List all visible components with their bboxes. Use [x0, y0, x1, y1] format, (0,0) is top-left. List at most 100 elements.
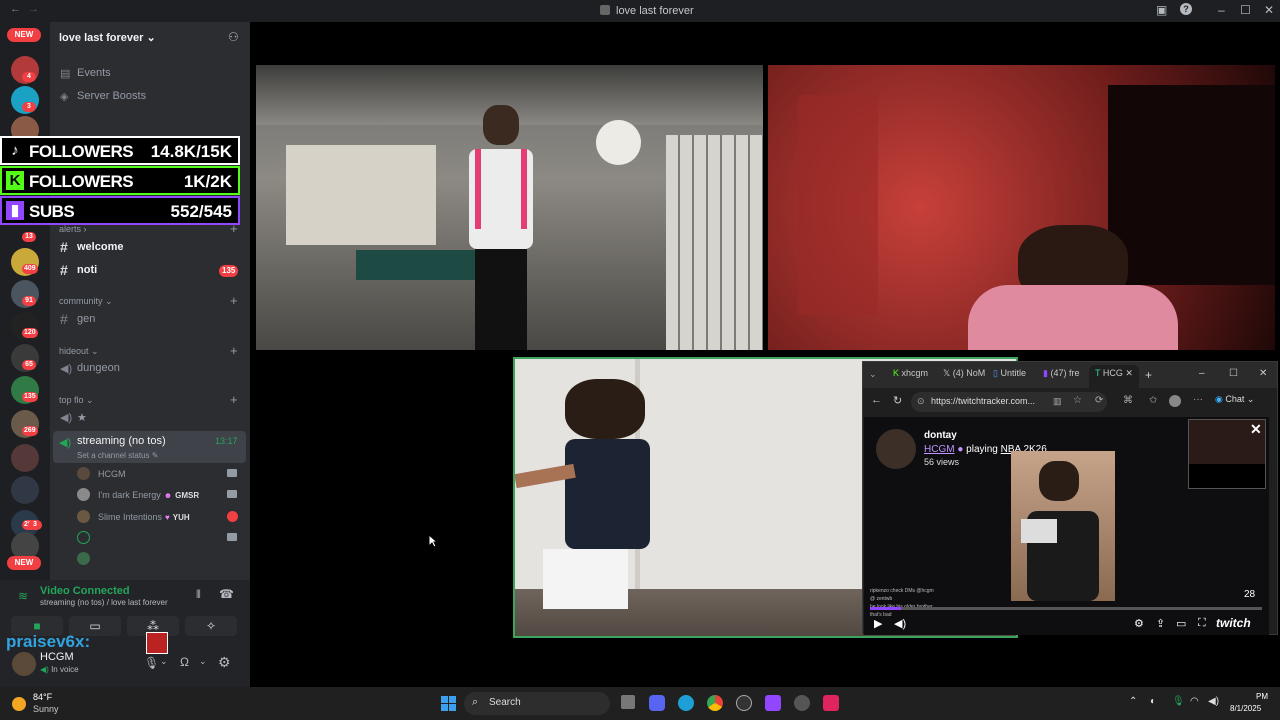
favorite-icon[interactable]: ☆	[1073, 395, 1082, 406]
channel-dungeon[interactable]: ◀) dungeon	[50, 359, 250, 379]
voice-channel-streaming[interactable]: ◀) streaming (no tos) 13:17 Set a channe…	[53, 431, 246, 463]
chevron-down-icon[interactable]: ⌄	[199, 656, 207, 667]
minimize-icon[interactable]: –	[1199, 368, 1205, 379]
read-aloud-icon[interactable]: ▥	[1053, 396, 1062, 407]
streamer-name[interactable]: dontay	[924, 430, 957, 441]
signal-icon[interactable]: ≋	[18, 589, 28, 603]
pants	[475, 249, 527, 350]
minimize-icon[interactable]: –	[1218, 3, 1225, 17]
channel-noti[interactable]: # noti 135	[50, 261, 250, 281]
x-icon: 𝕏	[943, 368, 951, 378]
more-icon[interactable]: ···	[1193, 394, 1203, 405]
wifi-icon[interactable]: ◠	[1190, 696, 1199, 707]
user-avatar[interactable]	[12, 652, 36, 676]
fullscreen-icon[interactable]: ⛶	[1198, 617, 1206, 630]
edge-icon[interactable]	[678, 695, 694, 711]
server-name[interactable]: love last forever ⌄	[59, 31, 156, 44]
heart-icon: ♥	[165, 513, 170, 522]
media-player-icon[interactable]	[736, 695, 752, 711]
close-popup-icon[interactable]: ✕	[1250, 421, 1262, 438]
twitch-clip-player[interactable]: dontay HCGM ● playing NBA 2K26 56 views …	[864, 417, 1269, 635]
inbox-icon[interactable]: ▣	[1156, 3, 1167, 17]
tab-twitch-free[interactable]: ▮ (47) fre	[1043, 368, 1079, 384]
username[interactable]: HCGM	[40, 651, 74, 663]
refresh-icon[interactable]: ↻	[893, 394, 902, 407]
volume-icon[interactable]: ◀)	[894, 617, 906, 630]
door	[798, 95, 878, 315]
connection-title[interactable]: Video Connected	[40, 585, 130, 597]
temperature[interactable]: 84°F	[33, 692, 52, 702]
clock-time[interactable]: PM	[1256, 692, 1268, 701]
new-unreads-pill[interactable]: NEW	[7, 28, 41, 42]
close-tab-icon[interactable]: ✕	[1125, 368, 1133, 378]
add-channel-icon[interactable]: +	[230, 392, 238, 407]
cast-icon[interactable]: ▭	[1176, 617, 1186, 630]
play-icon[interactable]: ▶	[874, 617, 882, 630]
server-icon-11[interactable]	[11, 476, 39, 504]
add-channel-icon[interactable]: +	[230, 293, 238, 308]
back-icon[interactable]: ←	[871, 394, 882, 406]
maximize-icon[interactable]: ☐	[1229, 368, 1238, 379]
task-view-icon[interactable]	[621, 695, 635, 709]
channel-link[interactable]: HCGM	[924, 444, 955, 455]
search-box[interactable]: ⌕ Search	[464, 692, 610, 715]
maximize-icon[interactable]: ☐	[1240, 3, 1251, 17]
category-community[interactable]: community ⌄	[59, 296, 113, 307]
tab-actions-icon[interactable]: ⌄	[869, 369, 877, 380]
connection-subtitle[interactable]: streaming (no tos) / love last forever	[40, 598, 168, 607]
volume-icon[interactable]: ◀)	[1208, 696, 1219, 707]
verified-icon: ●	[957, 444, 964, 455]
channel-welcome[interactable]: # welcome	[50, 238, 250, 258]
discord-icon[interactable]	[649, 695, 665, 711]
tab-untitled[interactable]: ▯ Untitle	[993, 368, 1026, 384]
tray-icon[interactable]: ◐	[1150, 696, 1156, 707]
tiktok-app-icon[interactable]	[823, 695, 839, 711]
add-member-icon[interactable]: ⚇	[228, 30, 239, 44]
close-icon[interactable]: ✕	[1259, 368, 1267, 379]
profile-icon[interactable]	[1169, 395, 1181, 407]
share-icon[interactable]: ⇪	[1156, 617, 1165, 630]
chrome-icon[interactable]	[707, 695, 723, 711]
disconnect-icon[interactable]: ☎	[219, 587, 234, 601]
tab-xhcgm[interactable]: K xhcgm	[893, 368, 928, 384]
new-unreads-pill-bottom[interactable]: NEW	[7, 556, 41, 570]
channel-gen[interactable]: # gen	[50, 310, 250, 330]
soundboard-button[interactable]: ✧	[185, 616, 237, 636]
obs-icon[interactable]	[794, 695, 810, 711]
help-icon[interactable]: ?	[1180, 3, 1192, 15]
category-top-flo[interactable]: top flo ⌄	[59, 395, 94, 406]
favorites-icon[interactable]: ✩	[1149, 395, 1157, 406]
new-tab-icon[interactable]: +	[1145, 368, 1152, 382]
channel-status-link[interactable]: Set a channel status ✎	[77, 451, 158, 460]
tab-hcgm-active[interactable]: T HCG ✕	[1089, 365, 1139, 388]
twitch-app-icon[interactable]	[765, 695, 781, 711]
chevron-down-icon[interactable]: ⌄	[160, 656, 168, 667]
forward-icon[interactable]: →	[28, 3, 39, 15]
server-icon-10[interactable]	[11, 444, 39, 472]
add-channel-icon[interactable]: +	[230, 343, 238, 358]
settings-gear-icon[interactable]: ⚙	[1134, 617, 1144, 630]
settings-gear-icon[interactable]: ⚙	[218, 654, 231, 671]
start-icon[interactable]	[441, 696, 456, 711]
server-boosts-link[interactable]: ◈ Server Boosts	[50, 87, 250, 107]
noise-suppression-icon[interactable]: ⦀	[196, 589, 201, 602]
video-tile-hcgm[interactable]	[256, 65, 763, 350]
copilot-chat-button[interactable]: ◉ Chat ⌄	[1215, 394, 1254, 405]
video-tile-user[interactable]	[768, 65, 1275, 350]
close-icon[interactable]: ✕	[1264, 3, 1274, 17]
split-icon[interactable]: ⌘	[1123, 395, 1133, 406]
microphone-icon[interactable]: 🎙	[144, 656, 159, 670]
category-hideout[interactable]: hideout ⌄	[59, 346, 99, 357]
chevron-up-icon[interactable]: ⌃	[1129, 696, 1137, 707]
tab-x[interactable]: 𝕏 (4) NoM	[943, 368, 985, 384]
twitch-logo[interactable]: twitch	[1216, 616, 1251, 630]
channel-star[interactable]: ◀) ★	[50, 408, 250, 428]
headphones-icon[interactable]: Ω	[180, 655, 189, 669]
clock-date[interactable]: 8/1/2025	[1230, 704, 1261, 713]
extension-icon[interactable]: ⟳	[1095, 395, 1103, 406]
events-link[interactable]: ▤ Events	[50, 64, 250, 84]
mic-in-use-icon[interactable]: 🎙	[1172, 696, 1185, 707]
back-icon[interactable]: ←	[10, 3, 21, 15]
progress-track[interactable]	[870, 607, 1262, 610]
weather[interactable]: Sunny	[33, 704, 59, 714]
